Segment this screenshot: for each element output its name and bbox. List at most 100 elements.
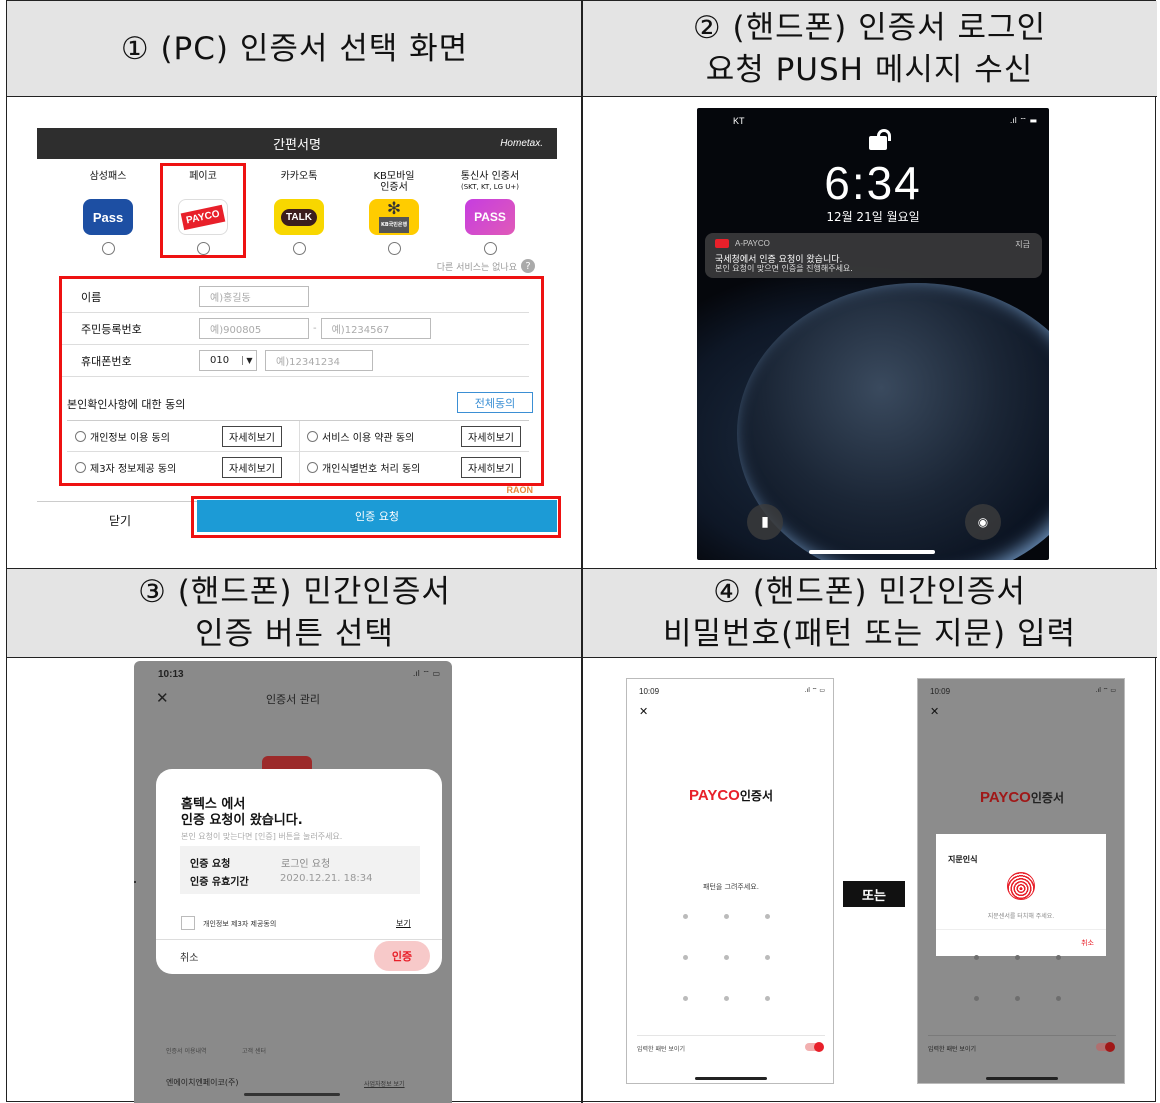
radio-telecom[interactable] — [483, 242, 497, 255]
pc-header-title: 간편서명 — [273, 138, 321, 153]
footer-link2[interactable]: 고객 센터 — [242, 1046, 266, 1055]
notification-time: 지금 — [1015, 240, 1030, 249]
screen-title: 인증서 관리 — [265, 693, 321, 706]
req-value: 로그인 요청 — [281, 859, 331, 870]
footer-link1[interactable]: 인증서 이용내역 — [166, 1046, 207, 1055]
pass-icon: PASS — [465, 199, 515, 235]
biz-info-link[interactable]: 사업자정보 보기 — [364, 1079, 405, 1088]
home-indicator — [986, 1077, 1058, 1080]
payco-app-icon — [715, 239, 729, 248]
cell4-header: ④ (핸드폰) 민간인증서 비밀번호(패턴 또는 지문) 입력 — [582, 568, 1157, 658]
brand-suffix: 인증서 — [739, 789, 773, 803]
show-pattern-toggle[interactable] — [805, 1042, 824, 1052]
notification-line2: 본인 요청이 맞으면 인증을 진행해주세요. — [715, 264, 853, 273]
notification-app: A-PAYCO — [735, 239, 770, 248]
other-service-text: 다른 서비스는 없나요 — [436, 262, 517, 273]
service-kb[interactable]: KB모바일 인증서 ✻ KB국민은행 — [357, 171, 431, 255]
highlight-submit — [191, 496, 561, 538]
cell4-title-line2: 비밀번호(패턴 또는 지문) 입력 — [663, 616, 1076, 652]
status-time: 10:13 — [158, 669, 184, 680]
fp-hint: 지문센서를 터치해 주세요. — [987, 913, 1055, 920]
home-indicator — [244, 1093, 340, 1096]
cell3-title-line1: ③ (핸드폰) 민간인증서 — [138, 574, 451, 610]
pattern-phone: 10:09 .ıl ⌔ ▭ ✕ PAYCO인증서 패턴을 그려주세요. 입력한 … — [626, 678, 834, 1084]
status-icons: .ıl ⌔ ▭ — [412, 669, 440, 678]
status-icons: .ıl ⌔ ▭ — [804, 687, 825, 694]
pc-header-bar: 간편서명 Hometax. — [37, 128, 557, 159]
fingerprint-icon — [1007, 872, 1035, 900]
status-time: 10:09 — [639, 687, 660, 696]
fingerprint-phone: 10:09 .ıl ⌔ ▭ ✕ PAYCO인증서 지문인식 지문센서를 터치해 … — [917, 678, 1125, 1084]
pc-cert-select-screen: 간편서명 Hometax. 삼성패스 Pass 페이코 PAYCO 카카오톡 T… — [37, 128, 561, 540]
close-icon[interactable]: ✕ — [639, 705, 648, 718]
raon-logo: RAON — [506, 485, 534, 495]
samsung-pass-icon: Pass — [83, 199, 133, 235]
home-indicator — [695, 1077, 767, 1080]
cell3-title-line2: 인증 버튼 선택 — [195, 616, 394, 652]
service-label: 카카오톡 — [280, 171, 318, 182]
other-service-link[interactable]: 다른 서비스는 없나요 ? — [437, 259, 535, 273]
unlock-shackle — [877, 129, 891, 141]
service-telecom[interactable]: 통신사 인증서 (SKT, KT, LG U+) PASS — [453, 171, 527, 255]
cell2-title-line2: 요청 PUSH 메시지 수신 — [705, 51, 1034, 88]
highlight-payco — [160, 163, 246, 258]
cell4-title-line1: ④ (핸드폰) 민간인증서 — [713, 574, 1026, 610]
exp-label: 인증 유효기간 — [190, 877, 249, 888]
cert-manage-phone: 10:13 .ıl ⌔ ▭ ✕ 인증서 관리 홈텍스 에서 인증 요청이 왔습니… — [134, 661, 452, 1103]
close-button[interactable]: 닫기 — [109, 512, 131, 529]
push-notification[interactable]: A-PAYCO 지금 국세청에서 인증 요청이 왔습니다. 본인 요청이 맞으면… — [705, 233, 1042, 278]
brand-text: PAYCO — [689, 787, 740, 804]
dialog-sub: 본인 요청이 맞는다면 [인증] 버튼을 눌러주세요. — [181, 832, 343, 841]
center-divider — [581, 1, 583, 1103]
home-indicator — [809, 550, 935, 554]
figure-table: ① (PC) 인증서 선택 화면 ② (핸드폰) 인증서 로그인 요청 PUSH… — [6, 0, 1157, 1103]
status-time: 10:09 — [930, 687, 951, 696]
brand-suffix: 인증서 — [1030, 791, 1064, 805]
or-label: 또는 — [843, 881, 905, 907]
payco-cert-logo: PAYCO인증서 — [627, 787, 833, 804]
cell3-header: ③ (핸드폰) 민간인증서 인증 버튼 선택 — [7, 568, 582, 658]
fingerprint-dialog: 지문인식 지문센서를 터치해 주세요. 취소 — [936, 834, 1106, 956]
agree-label: 개인정보 제3자 제공동의 — [203, 920, 277, 928]
service-label: 통신사 인증서 — [460, 171, 520, 182]
stray-dot — [134, 881, 136, 883]
fp-cancel-button[interactable]: 취소 — [1081, 938, 1094, 948]
cancel-button[interactable]: 취소 — [180, 949, 198, 964]
view-link[interactable]: 보기 — [396, 918, 411, 929]
fp-title: 지문인식 — [948, 855, 978, 864]
lockscreen-phone: KT .ıl ⌔ ▬ 6:34 12월 21일 월요일 A-PAYCO 지금 국… — [697, 108, 1049, 560]
lock-date: 12월 21일 월요일 — [826, 210, 920, 224]
company-name: 엔에이치엔페이코(주) — [166, 1078, 239, 1087]
radio-samsungpass[interactable] — [101, 242, 115, 255]
req-label: 인증 요청 — [190, 859, 231, 870]
agree-checkbox[interactable] — [181, 916, 195, 930]
radio-kakaotalk[interactable] — [292, 242, 306, 255]
service-samsungpass[interactable]: 삼성패스 Pass — [71, 171, 145, 255]
kb-icon: ✻ KB국민은행 — [369, 199, 419, 235]
service-kakaotalk[interactable]: 카카오톡 TALK — [262, 171, 336, 255]
confirm-button[interactable]: 인증 — [374, 941, 430, 971]
service-sublabel: (SKT, KT, LG U+) — [461, 183, 519, 191]
service-label: 삼성패스 — [89, 171, 127, 182]
show-pattern-toggle[interactable] — [1096, 1042, 1115, 1052]
kakaotalk-icon: TALK — [274, 199, 324, 235]
close-icon[interactable]: ✕ — [930, 705, 939, 718]
radio-kb[interactable] — [387, 242, 401, 255]
question-icon: ? — [521, 259, 535, 273]
payco-cert-logo: PAYCO인증서 — [918, 787, 1124, 806]
cell2-header: ② (핸드폰) 인증서 로그인 요청 PUSH 메시지 수신 — [582, 1, 1157, 97]
auth-dialog: 홈텍스 에서 인증 요청이 왔습니다. 본인 요청이 맞는다면 [인증] 버튼을… — [156, 769, 442, 974]
cell2-title-line1: ② (핸드폰) 인증서 로그인 — [692, 9, 1047, 46]
lock-time: 6:34 — [824, 157, 922, 209]
flashlight-icon[interactable]: ▮ — [747, 504, 783, 540]
pattern-hint: 패턴을 그려주세요. — [703, 883, 759, 891]
dialog-head2: 인증 요청이 왔습니다. — [181, 813, 303, 828]
cell1-header: ① (PC) 인증서 선택 화면 — [7, 1, 582, 97]
camera-icon[interactable]: ◉ — [965, 504, 1001, 540]
hometax-logo: Hometax. — [500, 138, 543, 149]
show-pattern-label: 입력한 패턴 보이기 — [637, 1046, 685, 1053]
show-pattern-label: 입력한 패턴 보이기 — [928, 1046, 976, 1053]
status-icons: .ıl ⌔ ▬ — [1009, 116, 1037, 125]
cell1-title: ① (PC) 인증서 선택 화면 — [120, 30, 469, 67]
brand-text: PAYCO — [980, 789, 1031, 806]
